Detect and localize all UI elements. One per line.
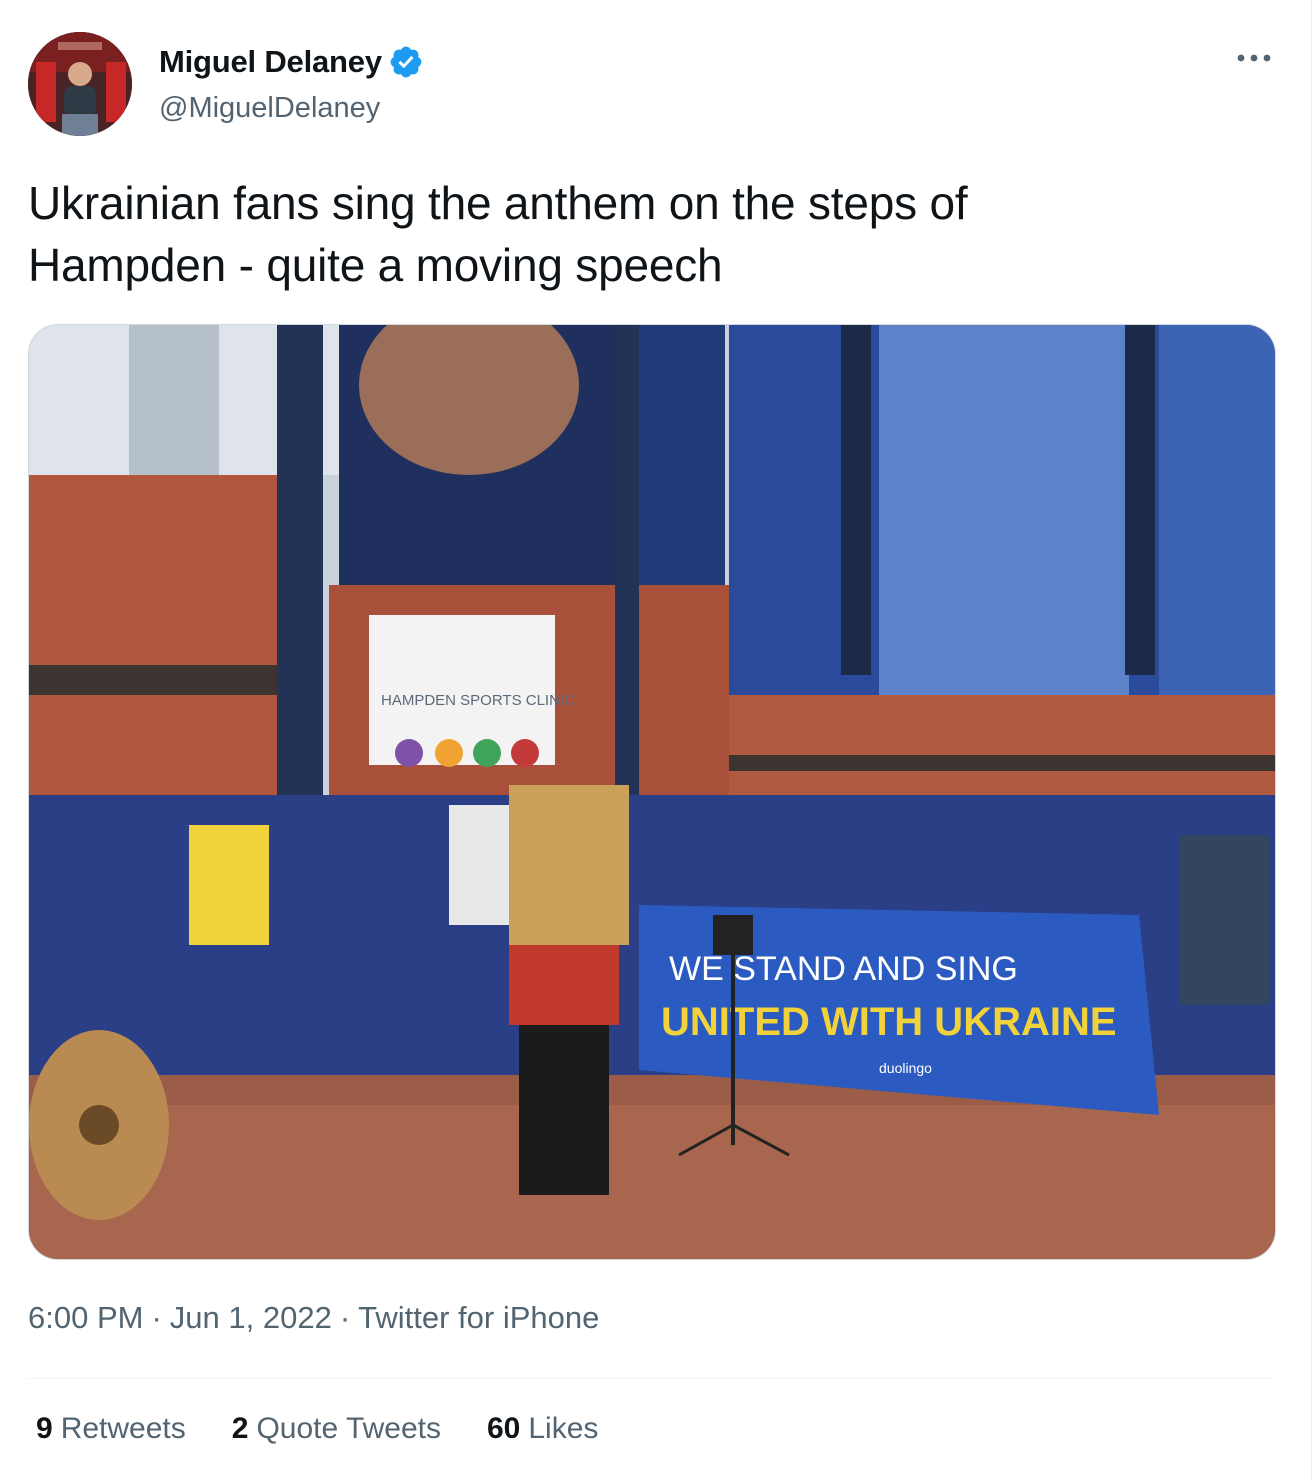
meta-separator: · <box>151 1300 162 1335</box>
verified-badge-icon <box>390 46 422 78</box>
quotes-label: Quote Tweets <box>256 1412 441 1445</box>
tweet-meta: 6:00 PM · Jun 1, 2022 · Twitter for iPho… <box>28 1296 599 1340</box>
tweet-text: Ukrainian fans sing the anthem on the st… <box>28 172 1228 296</box>
retweets-stat[interactable]: 9 Retweets <box>36 1412 186 1446</box>
tweet-header: Miguel Delaney @MiguelDelaney <box>28 32 1288 140</box>
tweet-time[interactable]: 6:00 PM <box>28 1300 143 1336</box>
avatar[interactable] <box>28 32 132 136</box>
likes-label: Likes <box>528 1412 599 1445</box>
display-name[interactable]: Miguel Delaney <box>159 44 382 80</box>
likes-count: 60 <box>487 1412 521 1445</box>
tweet-source[interactable]: Twitter for iPhone <box>358 1300 599 1336</box>
clinic-sign-text: HAMPDEN SPORTS CLINIC <box>381 692 575 709</box>
likes-stat[interactable]: 60 Likes <box>487 1412 598 1446</box>
retweets-count: 9 <box>36 1412 53 1445</box>
author-handle[interactable]: @MiguelDelaney <box>159 92 424 125</box>
tweet-photo[interactable]: HAMPDEN SPORTS CLINIC WE STAND AND SING … <box>28 324 1276 1260</box>
banner-line-1: WE STAND AND SING <box>669 950 1018 988</box>
tweet-text-line-2: Hampden - quite a moving speech <box>28 239 723 291</box>
panel-border <box>1311 0 1312 1480</box>
quote-tweets-stat[interactable]: 2 Quote Tweets <box>232 1412 441 1446</box>
divider <box>28 1378 1274 1379</box>
banner-line-2: UNITED WITH UKRAINE <box>661 1000 1117 1044</box>
tweet-stats: 9 Retweets 2 Quote Tweets 60 Likes <box>36 1412 598 1446</box>
tweet-text-line-1: Ukrainian fans sing the anthem on the st… <box>28 177 968 229</box>
tweet-date[interactable]: Jun 1, 2022 <box>170 1300 332 1336</box>
banner-sponsor: duolingo <box>879 1060 932 1076</box>
author-names: Miguel Delaney @MiguelDelaney <box>159 40 424 125</box>
quotes-count: 2 <box>231 1412 249 1445</box>
retweets-label: Retweets <box>60 1412 186 1445</box>
meta-separator: · <box>339 1300 351 1335</box>
more-options-icon[interactable] <box>1232 46 1276 70</box>
